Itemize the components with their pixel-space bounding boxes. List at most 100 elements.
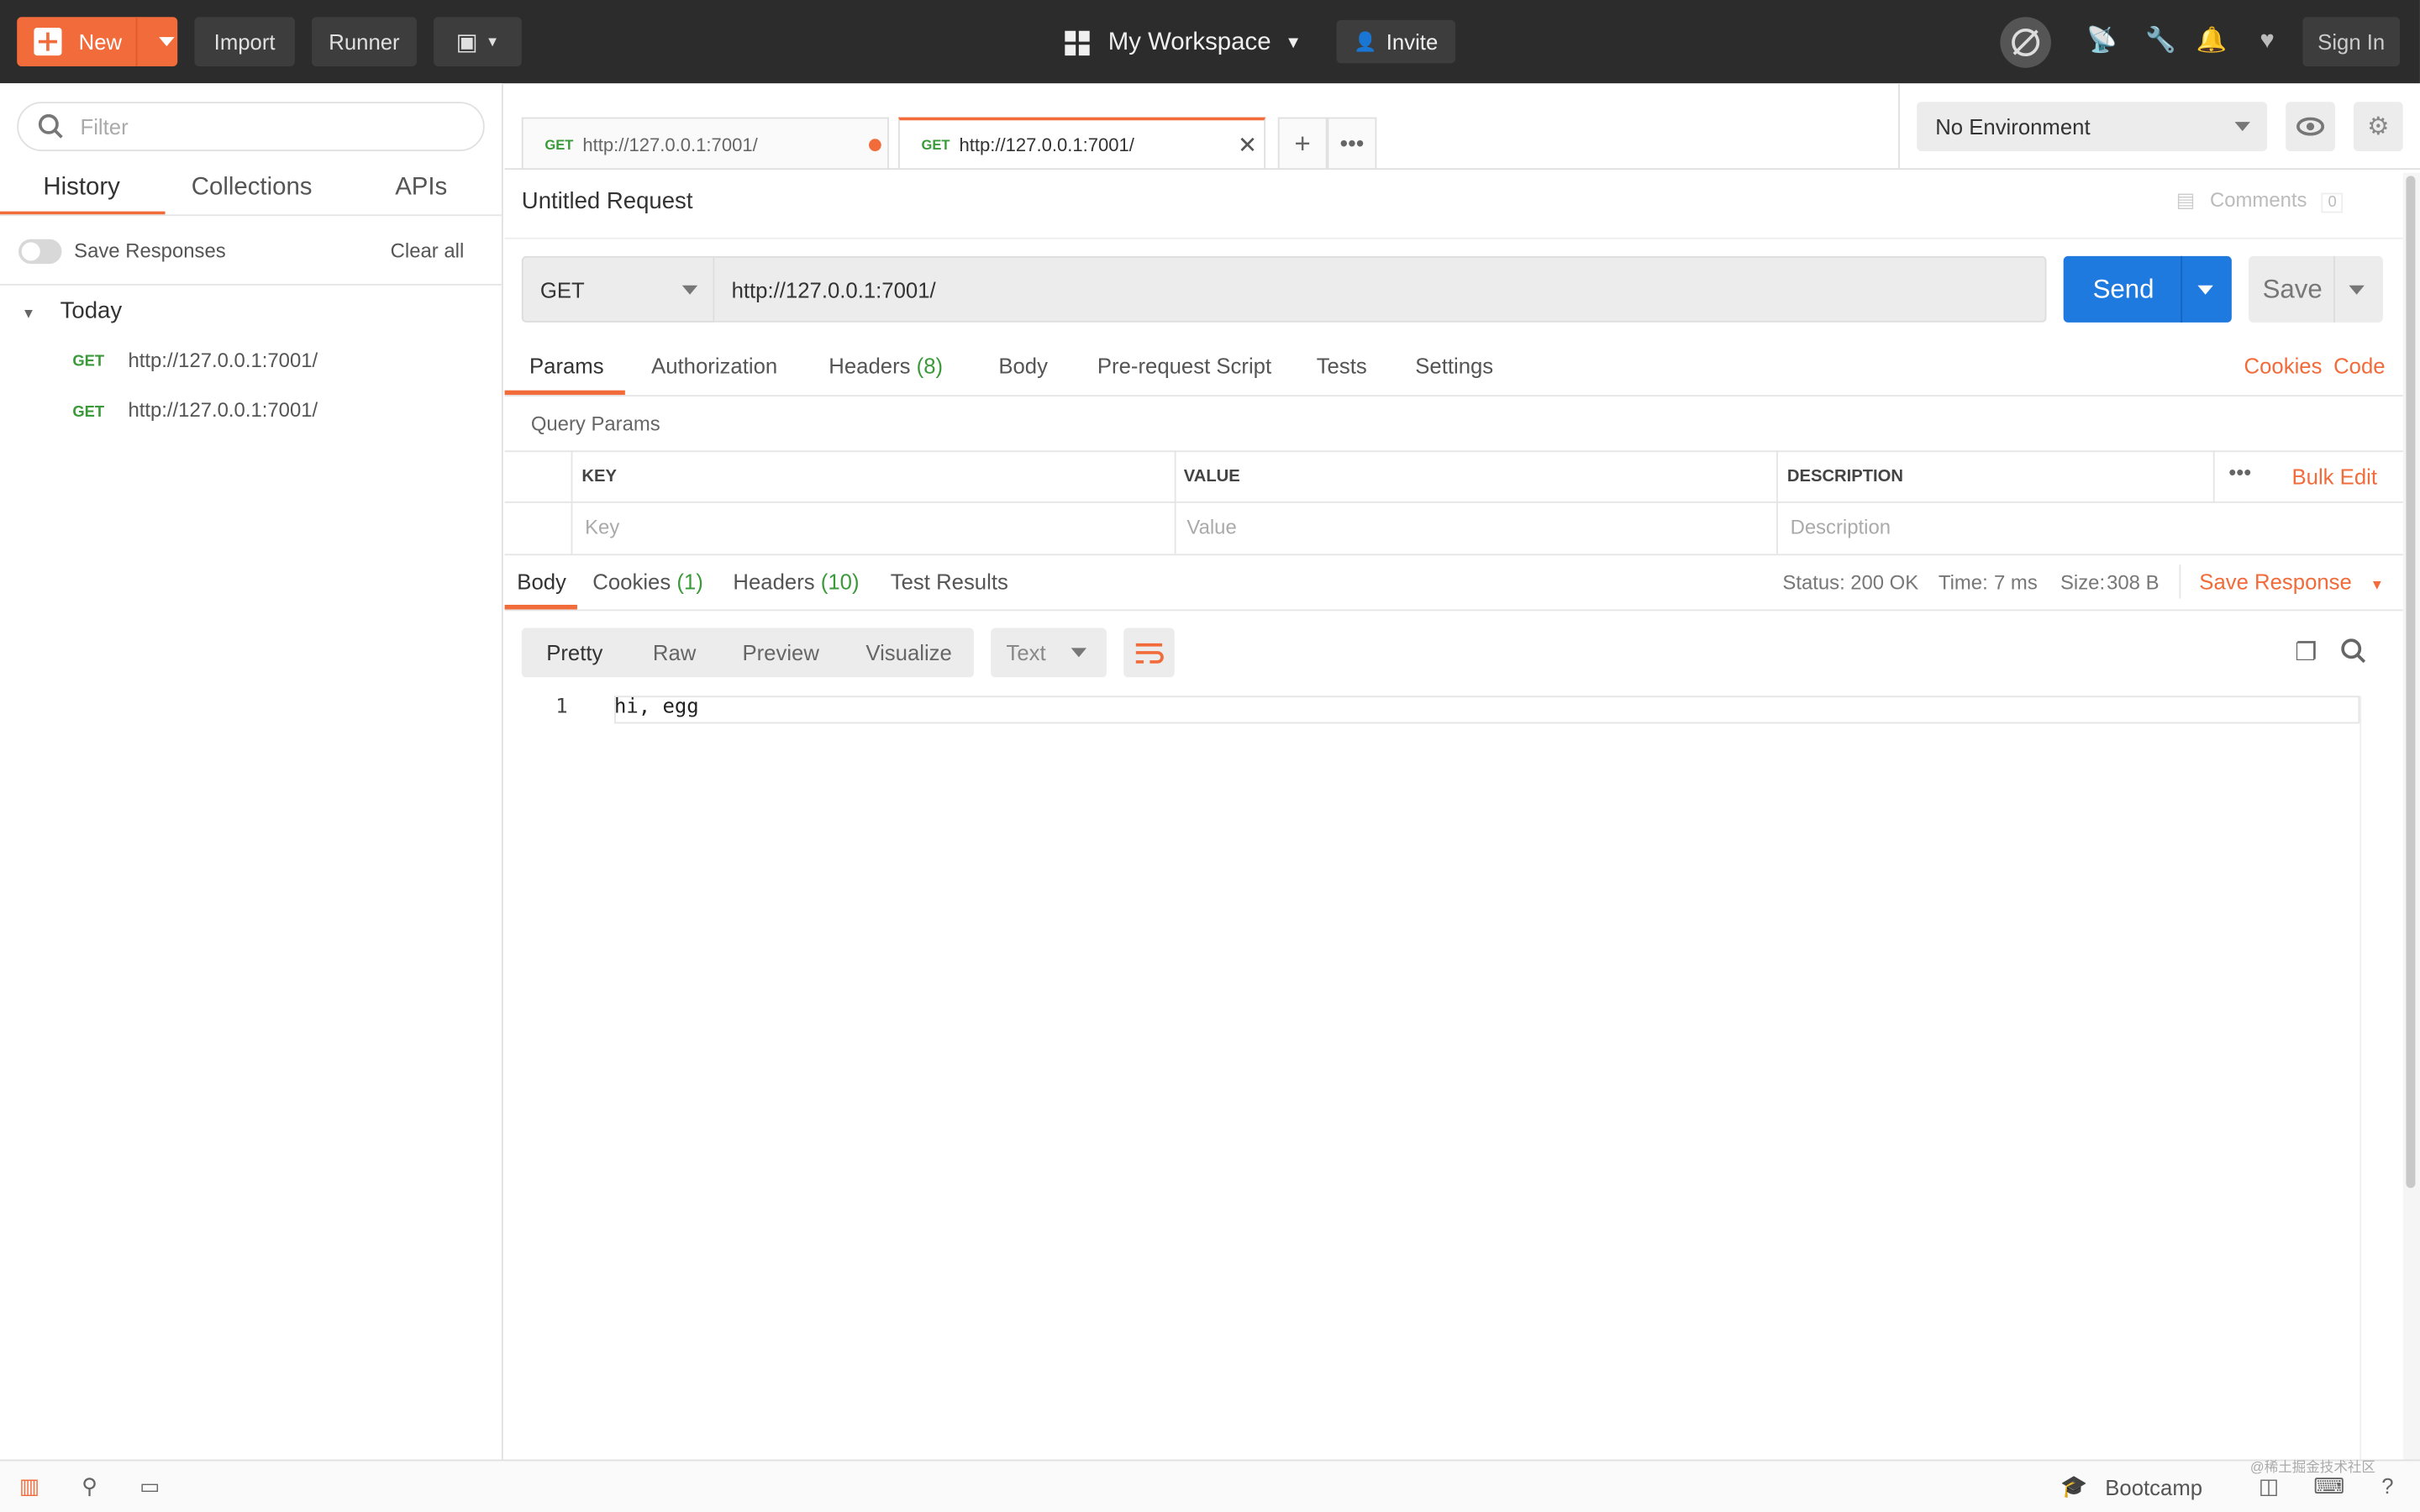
url-input[interactable]: http://127.0.0.1:7001/	[714, 255, 2047, 323]
format-select[interactable]: Text	[991, 627, 1107, 678]
status-bar	[0, 1459, 2420, 1512]
method-select[interactable]: GET	[521, 255, 715, 323]
toggle-sidebar-icon[interactable]: ▥	[15, 1473, 43, 1498]
tab-options-button[interactable]: •••	[1327, 117, 1377, 171]
search-icon[interactable]	[2339, 638, 2367, 665]
status-value[interactable]: 200 OK	[1850, 571, 1918, 595]
size-value[interactable]: 308 B	[2107, 571, 2159, 595]
view-preview[interactable]: Preview	[742, 640, 818, 664]
tab-collections[interactable]: Collections	[192, 175, 313, 202]
request-tab[interactable]: GET http://127.0.0.1:7001/	[521, 117, 889, 171]
wrap-lines-button[interactable]	[1123, 627, 1175, 678]
satellite-icon[interactable]: 📡	[2086, 28, 2118, 55]
time-value[interactable]: 7 ms	[1994, 571, 2038, 595]
cookies-link[interactable]: Cookies	[2244, 354, 2323, 378]
tab-tests[interactable]: Tests	[1317, 354, 1367, 378]
tab-body[interactable]: Body	[998, 354, 1048, 378]
method-label: GET	[539, 276, 585, 302]
history-group-label[interactable]: Today	[60, 297, 123, 323]
bootcamp-link[interactable]: Bootcamp	[2105, 1475, 2202, 1499]
grid-icon	[1065, 30, 1090, 56]
gear-icon[interactable]: ⚙	[2353, 102, 2403, 151]
more-icon[interactable]: •••	[2228, 459, 2251, 484]
keyboard-icon[interactable]: ⌨	[2313, 1473, 2344, 1498]
bulk-edit-link[interactable]: Bulk Edit	[2291, 465, 2376, 489]
new-window-button[interactable]: ▣ ▼	[434, 17, 522, 66]
column-header-value: VALUE	[1183, 467, 1240, 486]
tab-response-cookies[interactable]: Cookies (1)	[592, 570, 703, 594]
workspace-switcher[interactable]: My Workspace ▼	[1065, 24, 1302, 64]
console-icon[interactable]: ▭	[136, 1473, 164, 1498]
chevron-down-icon	[2234, 122, 2250, 132]
history-method: GET	[72, 353, 105, 370]
tab-pre-request-script[interactable]: Pre-request Script	[1097, 354, 1271, 378]
save-response-button[interactable]: Save Response ▼	[2199, 570, 2384, 594]
tab-method: GET	[921, 137, 950, 153]
description-input[interactable]: Description	[1791, 515, 1891, 538]
copy-icon[interactable]: ❐	[2295, 638, 2317, 669]
tab-history[interactable]: History	[43, 175, 119, 202]
history-item-url[interactable]: http://127.0.0.1:7001/	[128, 349, 318, 372]
close-icon[interactable]: ✕	[1238, 131, 1257, 159]
save-responses-toggle[interactable]	[18, 239, 62, 265]
new-button[interactable]: New	[17, 17, 178, 66]
tab-authorization[interactable]: Authorization	[651, 354, 777, 378]
send-button[interactable]: Send	[2063, 255, 2232, 323]
tab-params[interactable]: Params	[529, 354, 604, 378]
save-button[interactable]: Save	[2249, 255, 2383, 323]
tab-headers[interactable]: Headers (8)	[829, 354, 943, 378]
search-icon	[38, 113, 63, 139]
chevron-down-icon: ▼	[1285, 34, 1302, 53]
invite-button[interactable]: 👤 Invite	[1336, 19, 1456, 64]
chevron-down-icon: ▼	[485, 34, 500, 50]
view-visualize[interactable]: Visualize	[865, 640, 951, 664]
cookies-count: (1)	[676, 569, 703, 595]
sign-in-button[interactable]: Sign In	[2302, 17, 2401, 66]
tab-test-results[interactable]: Test Results	[891, 570, 1008, 594]
clear-all-button[interactable]: Clear all	[391, 239, 465, 263]
heart-icon[interactable]: ♥	[2254, 28, 2281, 55]
tab-response-body[interactable]: Body	[517, 570, 566, 594]
eye-icon[interactable]	[2286, 102, 2335, 151]
history-method: GET	[72, 404, 105, 422]
view-pretty[interactable]: Pretty	[546, 640, 602, 664]
new-tab-button[interactable]: +	[1277, 117, 1328, 171]
two-pane-icon[interactable]: ◫	[2254, 1473, 2282, 1498]
chevron-down-icon[interactable]	[2349, 285, 2365, 295]
query-params-label: Query Params	[530, 412, 660, 435]
code-link[interactable]: Code	[2333, 354, 2385, 378]
sync-off-icon[interactable]	[2000, 17, 2051, 68]
tab-apis[interactable]: APIs	[395, 175, 447, 202]
chevron-down-icon[interactable]	[159, 37, 175, 47]
import-button[interactable]: Import	[194, 17, 295, 66]
filter-input[interactable]: Filter	[17, 102, 485, 151]
request-tab-active[interactable]: GET http://127.0.0.1:7001/ ✕	[897, 117, 1266, 171]
help-icon[interactable]: ?	[2374, 1473, 2402, 1498]
scrollbar-thumb[interactable]	[2406, 176, 2416, 1189]
response-body-text[interactable]: hi, egg	[614, 696, 699, 719]
history-item-url[interactable]: http://127.0.0.1:7001/	[128, 398, 318, 422]
headers-count: (8)	[916, 353, 944, 378]
chevron-down-icon[interactable]	[2197, 285, 2213, 295]
watermark: @稀土掘金技术社区	[2249, 1459, 2375, 1475]
sidebar	[0, 83, 503, 1460]
comments-count: 0	[2322, 192, 2344, 213]
key-input[interactable]: Key	[585, 515, 619, 538]
collapse-caret-icon[interactable]: ▼	[22, 306, 35, 321]
bell-icon[interactable]: 🔔	[2196, 28, 2228, 55]
comments-button[interactable]: ▤ Comments 0	[2176, 188, 2344, 213]
environment-select[interactable]: No Environment	[1917, 102, 2268, 151]
column-header-key: KEY	[581, 467, 617, 486]
tab-method: GET	[544, 136, 574, 152]
request-title[interactable]: Untitled Request	[522, 188, 693, 214]
view-raw[interactable]: Raw	[653, 640, 696, 664]
runner-button[interactable]: Runner	[312, 17, 417, 66]
find-icon[interactable]: ⚲	[76, 1473, 103, 1498]
wrench-icon[interactable]: 🔧	[2145, 28, 2176, 55]
tab-settings[interactable]: Settings	[1415, 354, 1493, 378]
tab-response-headers[interactable]: Headers (10)	[733, 570, 859, 594]
workspace-label: My Workspace	[1107, 29, 1271, 56]
bootcamp-icon[interactable]: 🎓	[2060, 1473, 2087, 1499]
environment-label: No Environment	[1935, 113, 2091, 139]
value-input[interactable]: Value	[1186, 515, 1236, 538]
